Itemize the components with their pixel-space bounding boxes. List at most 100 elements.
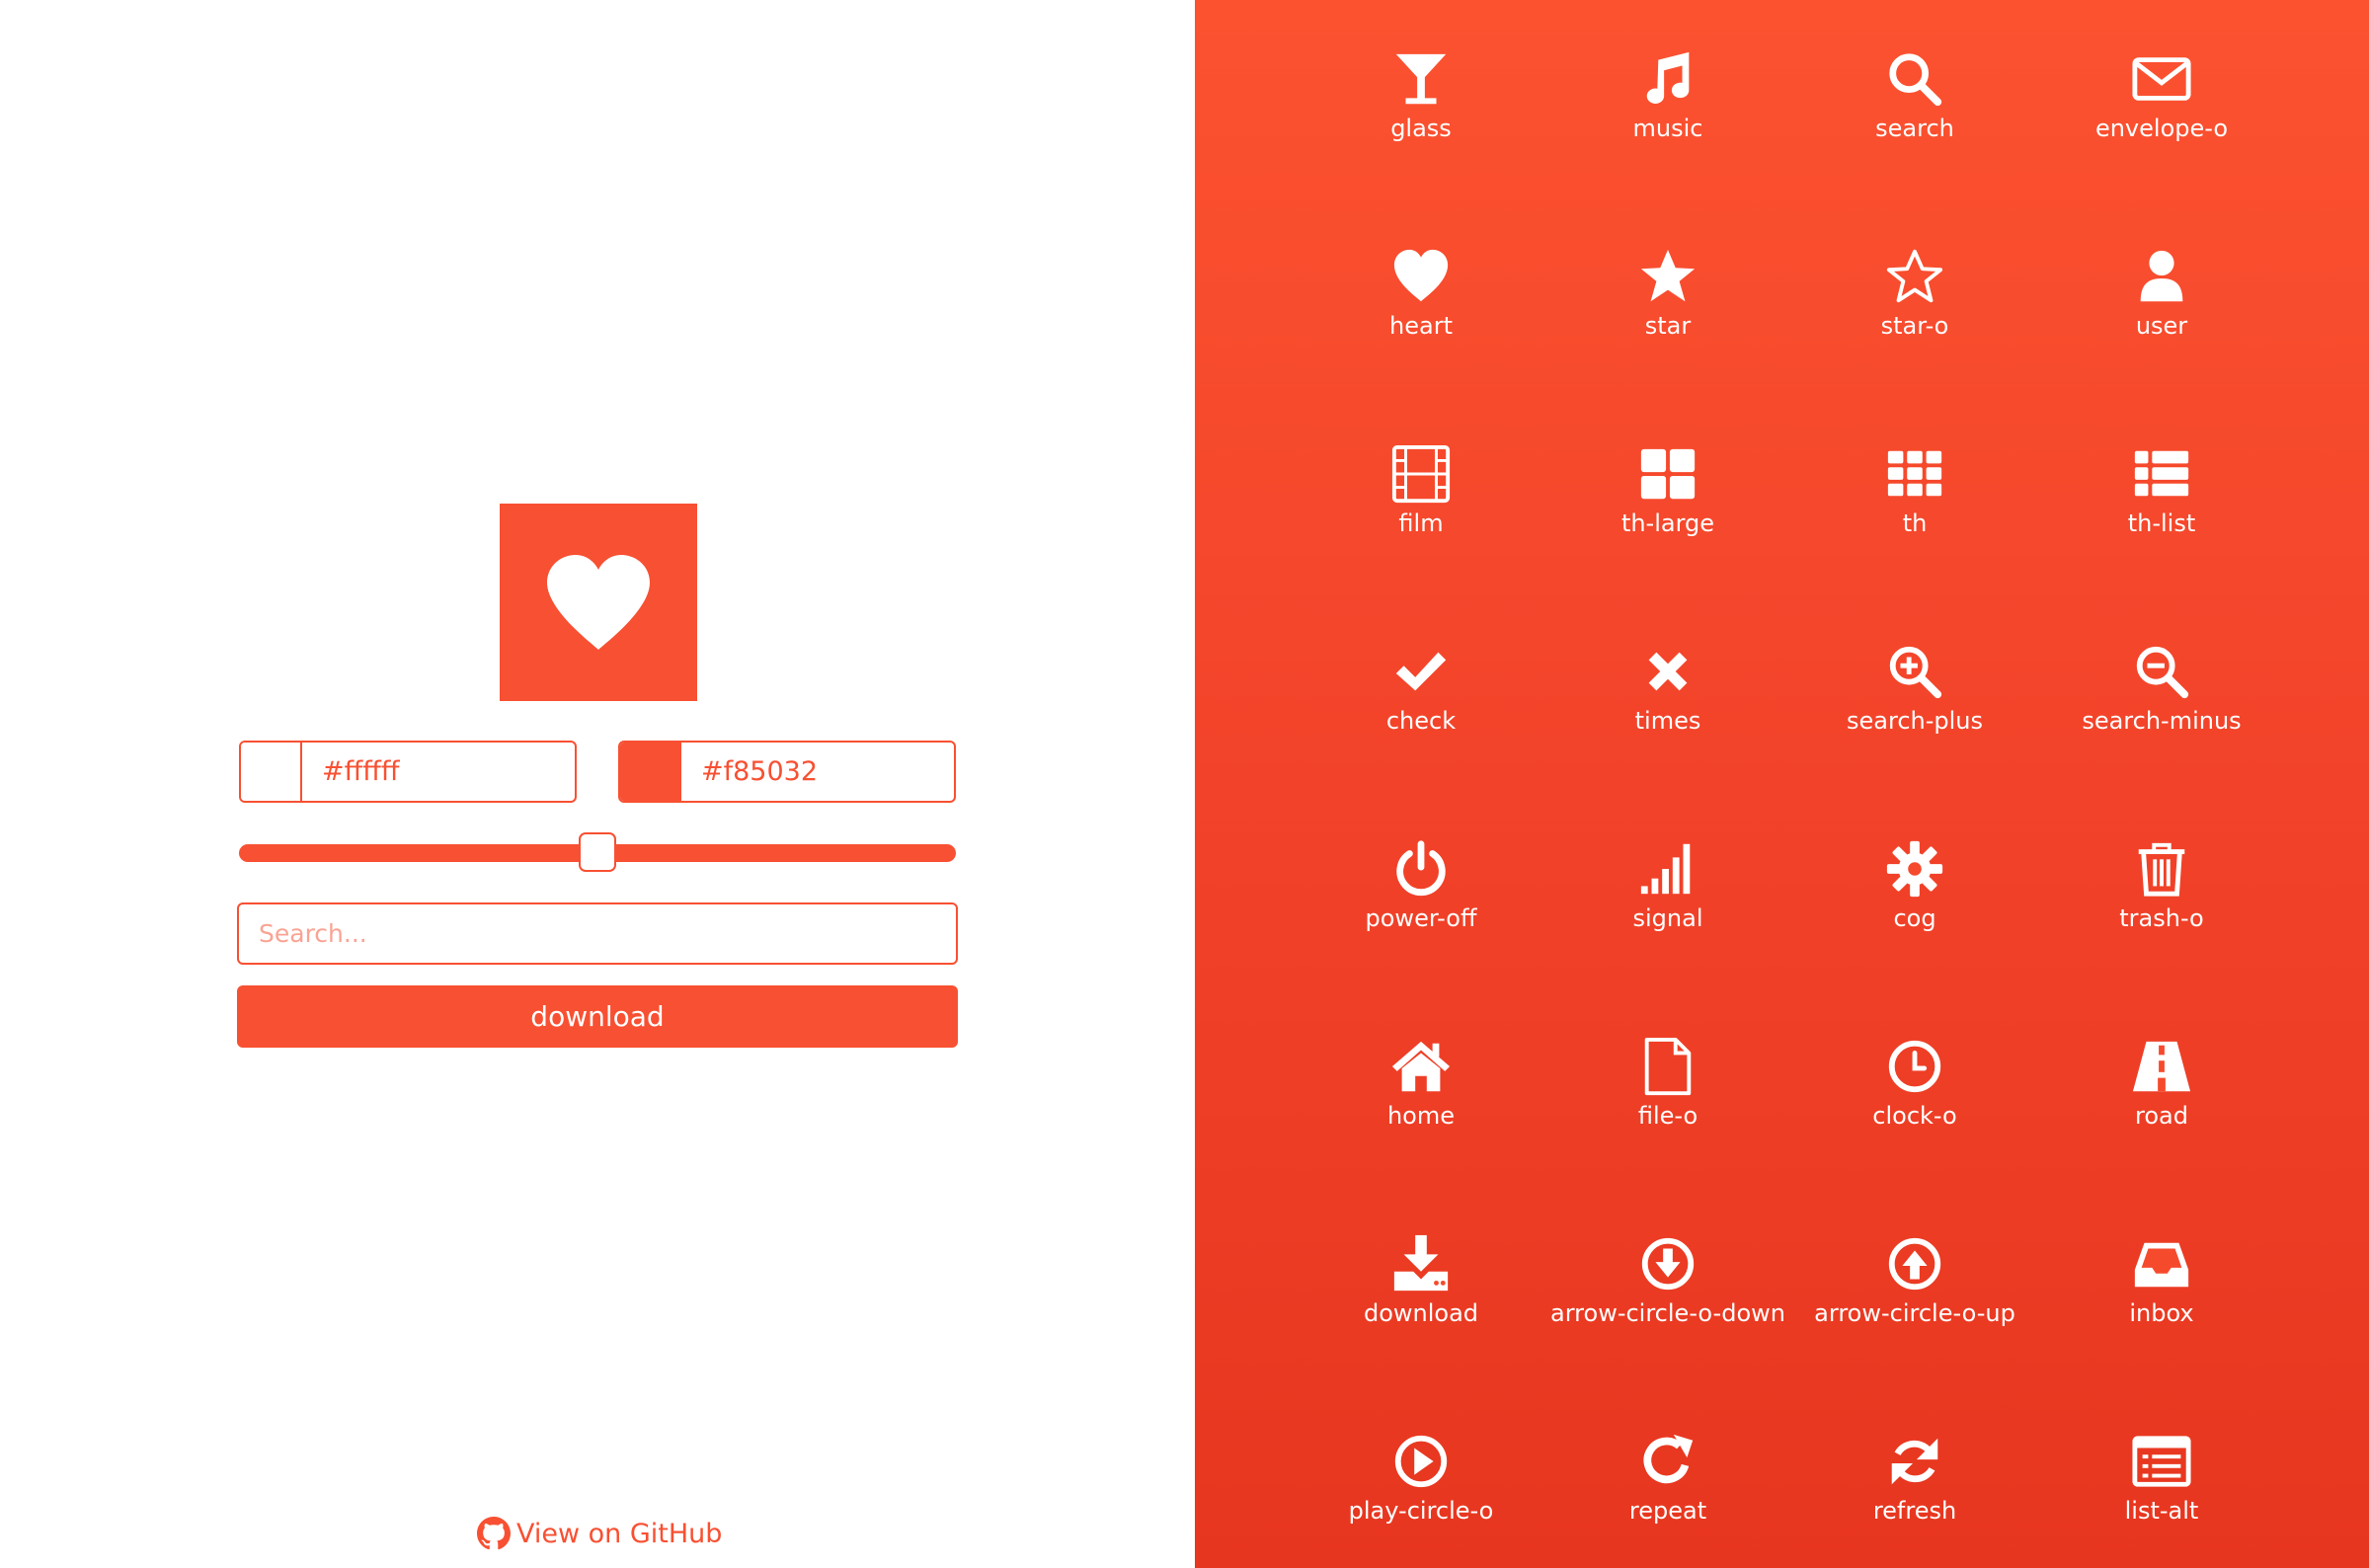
search-icon bbox=[1883, 47, 1946, 111]
icon-cell-star[interactable]: star bbox=[1544, 245, 1791, 353]
background-color-input[interactable] bbox=[681, 743, 954, 801]
icon-label: download bbox=[1363, 1299, 1479, 1327]
icon-label: cog bbox=[1893, 904, 1936, 932]
icon-label: music bbox=[1632, 115, 1703, 142]
icon-cell-repeat[interactable]: repeat bbox=[1544, 1430, 1791, 1538]
icon-label: file-o bbox=[1637, 1102, 1698, 1130]
icon-cell-file-o[interactable]: file-o bbox=[1544, 1035, 1791, 1143]
icon-cell-check[interactable]: check bbox=[1298, 640, 1544, 748]
icon-cell-th[interactable]: th bbox=[1791, 442, 2038, 551]
search-minus-icon bbox=[2130, 640, 2193, 703]
background-color-field bbox=[618, 741, 956, 803]
icon-label: home bbox=[1386, 1102, 1456, 1130]
foreground-color-swatch[interactable] bbox=[241, 743, 302, 801]
icon-cell-home[interactable]: home bbox=[1298, 1035, 1544, 1143]
icon-cell-play-circle-o[interactable]: play-circle-o bbox=[1298, 1430, 1544, 1538]
icon-cell-inbox[interactable]: inbox bbox=[2038, 1232, 2285, 1341]
icon-cell-th-list[interactable]: th-list bbox=[2038, 442, 2285, 551]
heart-icon bbox=[547, 555, 650, 650]
icon-label: inbox bbox=[2129, 1299, 2194, 1327]
icon-cell-arrow-circle-o-up[interactable]: arrow-circle-o-up bbox=[1791, 1232, 2038, 1341]
editor-panel: download View on GitHub bbox=[0, 0, 1195, 1568]
github-link[interactable]: View on GitHub bbox=[477, 1517, 722, 1550]
icon-gallery: glass music search envelope-o heart star star-… bbox=[1195, 0, 2369, 1568]
icon-cell-user[interactable]: user bbox=[2038, 245, 2285, 353]
check-icon bbox=[1389, 640, 1453, 703]
icon-label: signal bbox=[1632, 904, 1703, 932]
icon-label: list-alt bbox=[2124, 1497, 2199, 1525]
icon-label: heart bbox=[1389, 312, 1453, 340]
github-icon bbox=[477, 1517, 511, 1550]
foreground-color-field bbox=[239, 741, 577, 803]
icon-cell-glass[interactable]: glass bbox=[1298, 47, 1544, 156]
film-icon bbox=[1389, 442, 1453, 506]
icon-cell-clock-o[interactable]: clock-o bbox=[1791, 1035, 2038, 1143]
icon-label: envelope-o bbox=[2094, 115, 2229, 142]
icon-cell-heart[interactable]: heart bbox=[1298, 245, 1544, 353]
inbox-icon bbox=[2130, 1232, 2193, 1295]
arrow-circle-o-up-icon bbox=[1883, 1232, 1946, 1295]
th-icon bbox=[1883, 442, 1946, 506]
icon-label: th-large bbox=[1620, 510, 1715, 537]
icon-label: arrow-circle-o-up bbox=[1814, 1299, 2015, 1327]
icon-label: film bbox=[1398, 510, 1444, 537]
background-color-swatch[interactable] bbox=[620, 743, 681, 801]
star-o-icon bbox=[1883, 245, 1946, 308]
icon-cell-search-plus[interactable]: search-plus bbox=[1791, 640, 2038, 748]
icon-label: search-plus bbox=[1847, 707, 1983, 735]
icon-label: refresh bbox=[1872, 1497, 1957, 1525]
icon-cell-music[interactable]: music bbox=[1544, 47, 1791, 156]
signal-icon bbox=[1636, 837, 1699, 901]
power-off-icon bbox=[1389, 837, 1453, 901]
download-icon bbox=[1389, 1232, 1453, 1295]
icon-label: user bbox=[2135, 312, 2188, 340]
icon-cell-list-alt[interactable]: list-alt bbox=[2038, 1430, 2285, 1538]
icon-cell-power-off[interactable]: power-off bbox=[1298, 837, 1544, 946]
icon-label: glass bbox=[1390, 115, 1452, 142]
icon-cell-trash-o[interactable]: trash-o bbox=[2038, 837, 2285, 946]
envelope-o-icon bbox=[2130, 47, 2193, 111]
clock-o-icon bbox=[1883, 1035, 1946, 1098]
icon-label: search bbox=[1875, 115, 1954, 142]
size-slider-thumb[interactable] bbox=[579, 832, 616, 872]
th-list-icon bbox=[2130, 442, 2193, 506]
times-icon bbox=[1636, 640, 1699, 703]
refresh-icon bbox=[1883, 1430, 1946, 1493]
icon-cell-search-minus[interactable]: search-minus bbox=[2038, 640, 2285, 748]
icon-label: star-o bbox=[1880, 312, 1949, 340]
icon-cell-times[interactable]: times bbox=[1544, 640, 1791, 748]
download-button[interactable]: download bbox=[237, 985, 958, 1048]
icon-label: times bbox=[1634, 707, 1701, 735]
icon-cell-search[interactable]: search bbox=[1791, 47, 2038, 156]
file-o-icon bbox=[1636, 1035, 1699, 1098]
icon-label: power-off bbox=[1365, 904, 1477, 932]
icon-cell-cog[interactable]: cog bbox=[1791, 837, 2038, 946]
foreground-color-input[interactable] bbox=[302, 743, 575, 801]
icon-cell-download[interactable]: download bbox=[1298, 1232, 1544, 1341]
icon-cell-refresh[interactable]: refresh bbox=[1791, 1430, 2038, 1538]
icon-cell-signal[interactable]: signal bbox=[1544, 837, 1791, 946]
icon-label: clock-o bbox=[1872, 1102, 1957, 1130]
icon-cell-star-o[interactable]: star-o bbox=[1791, 245, 2038, 353]
icon-label: trash-o bbox=[2119, 904, 2204, 932]
icon-label: road bbox=[2135, 1102, 2188, 1130]
cog-icon bbox=[1883, 837, 1946, 901]
glass-icon bbox=[1389, 47, 1453, 111]
github-link-label: View on GitHub bbox=[516, 1518, 723, 1549]
icon-cell-arrow-circle-o-down[interactable]: arrow-circle-o-down bbox=[1544, 1232, 1791, 1341]
icon-label: play-circle-o bbox=[1348, 1497, 1494, 1525]
icon-label: th-list bbox=[2127, 510, 2196, 537]
search-input[interactable] bbox=[237, 902, 958, 965]
icon-preview bbox=[500, 504, 697, 701]
icon-label: check bbox=[1385, 707, 1457, 735]
repeat-icon bbox=[1636, 1430, 1699, 1493]
icon-cell-film[interactable]: film bbox=[1298, 442, 1544, 551]
icon-cell-envelope-o[interactable]: envelope-o bbox=[2038, 47, 2285, 156]
icon-label: repeat bbox=[1628, 1497, 1707, 1525]
list-alt-icon bbox=[2130, 1430, 2193, 1493]
icon-label: th bbox=[1902, 510, 1928, 537]
icon-cell-road[interactable]: road bbox=[2038, 1035, 2285, 1143]
size-slider[interactable] bbox=[239, 832, 956, 872]
music-icon bbox=[1636, 47, 1699, 111]
icon-cell-th-large[interactable]: th-large bbox=[1544, 442, 1791, 551]
